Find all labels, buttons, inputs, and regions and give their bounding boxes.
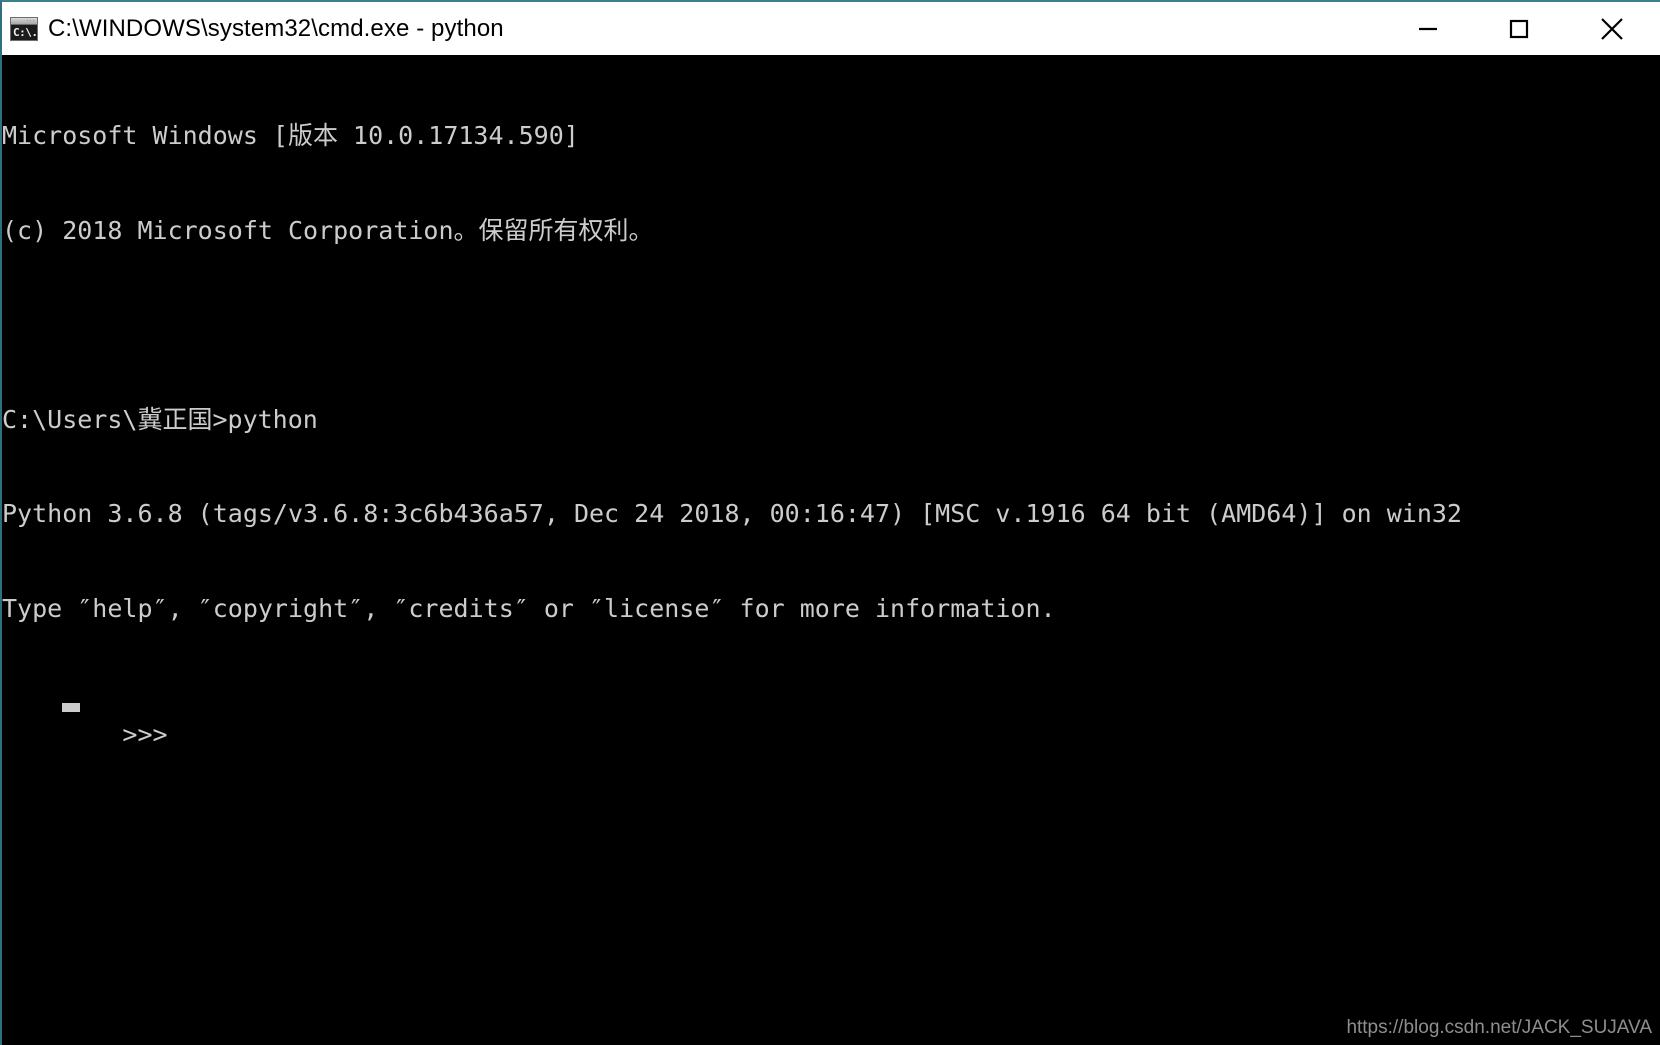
cmd-console-icon: ··· C:\.	[10, 16, 38, 41]
console-line: (c) 2018 Microsoft Corporation。保留所有权利。	[2, 215, 654, 245]
title-bar[interactable]: ··· C:\. C:\WINDOWS\system32\cmd.exe - p…	[2, 2, 1660, 55]
console-line-command: C:\Users\冀正国>python	[2, 404, 318, 434]
close-icon	[1601, 17, 1623, 40]
window-title: C:\WINDOWS\system32\cmd.exe - python	[48, 14, 504, 42]
maximize-button[interactable]	[1473, 2, 1564, 55]
python-prompt-line[interactable]: >>>	[2, 687, 1462, 749]
prompt-symbol: >>>	[122, 719, 183, 749]
console-output-area[interactable]: Microsoft Windows [版本 10.0.17134.590] (c…	[2, 55, 1660, 1045]
icon-dots: ···	[27, 17, 35, 24]
watermark-text: https://blog.csdn.net/JACK_SUJAVA	[1346, 1017, 1652, 1038]
console-line: Python 3.6.8 (tags/v3.6.8:3c6b436a57, De…	[2, 499, 1462, 528]
console-line: Microsoft Windows [版本 10.0.17134.590]	[2, 121, 579, 150]
window-controls	[1382, 2, 1660, 55]
close-button[interactable]	[1564, 2, 1660, 55]
console-line: Type ″help″, ″copyright″, ″credits″ or ″…	[2, 593, 1056, 623]
minimize-button[interactable]	[1382, 2, 1473, 55]
icon-prompt-glyph: C:\.	[13, 25, 38, 39]
console-text-block: Microsoft Windows [版本 10.0.17134.590] (c…	[2, 57, 1462, 782]
text-cursor	[62, 703, 80, 712]
cmd-window: ··· C:\. C:\WINDOWS\system32\cmd.exe - p…	[0, 0, 1660, 1045]
minimize-icon	[1418, 27, 1437, 30]
maximize-icon	[1509, 19, 1528, 38]
